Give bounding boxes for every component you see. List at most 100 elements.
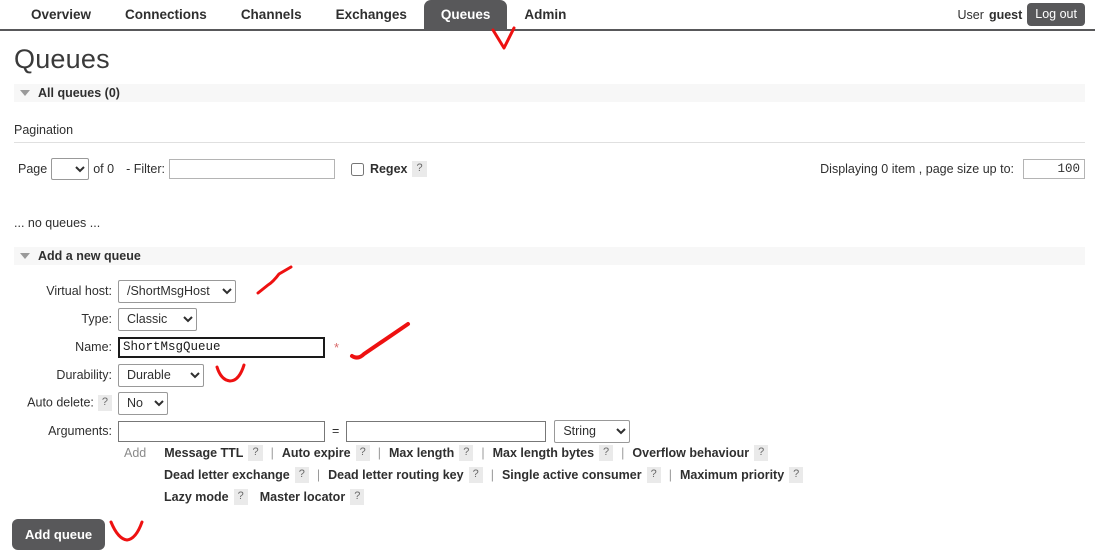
preset-separator: | <box>621 446 624 460</box>
no-queues-message: ... no queues ... <box>14 216 100 230</box>
preset-dead-letter-exchange[interactable]: Dead letter exchange <box>164 468 290 482</box>
preset-master-locator[interactable]: Master locator <box>260 490 345 504</box>
preset-separator: | <box>481 446 484 460</box>
nav-tab-admin-label: Admin <box>524 7 566 22</box>
page-title: Queues <box>14 44 110 75</box>
arguments-label: Arguments: <box>0 424 118 438</box>
nav-tab-admin[interactable]: Admin <box>507 0 583 29</box>
preset-single-active-consumer-help-icon[interactable]: ? <box>647 467 661 483</box>
preset-dead-letter-routing-key-help-icon[interactable]: ? <box>469 467 483 483</box>
nav-tab-overview-label: Overview <box>31 7 91 22</box>
all-queues-label: All queues (0) <box>38 86 120 100</box>
preset-separator: | <box>317 468 320 482</box>
preset-max-length-bytes-help-icon[interactable]: ? <box>599 445 613 461</box>
filter-label: - Filter: <box>126 162 165 176</box>
type-select[interactable]: ClassicQuorumStream <box>118 308 197 331</box>
preset-separator: | <box>378 446 381 460</box>
nav-tab-channels[interactable]: Channels <box>224 0 319 29</box>
durability-select[interactable]: DurableTransient <box>118 364 204 387</box>
pagination-label: Pagination <box>14 123 73 137</box>
queue-name-input[interactable] <box>118 337 325 358</box>
page-label: Page <box>18 162 47 176</box>
pagination-summary: Displaying 0 item , page size up to: <box>820 157 1085 181</box>
nav-tab-exchanges-label: Exchanges <box>336 7 407 22</box>
form-row-virtual-host: Virtual host: /ShortMsgHost/ <box>0 278 700 304</box>
preset-auto-expire[interactable]: Auto expire <box>282 446 351 460</box>
add-queue-button[interactable]: Add queue <box>12 519 105 550</box>
add-queue-label: Add a new queue <box>38 249 141 263</box>
regex-checkbox[interactable] <box>351 163 364 176</box>
user-name-label: guest <box>989 8 1022 22</box>
nav-tab-queues[interactable]: Queues <box>424 0 508 29</box>
page-size-input[interactable] <box>1023 159 1085 179</box>
auto-delete-label: Auto delete:? <box>0 395 118 411</box>
add-argument-link[interactable]: Add <box>124 446 146 460</box>
nav-tab-connections[interactable]: Connections <box>108 0 224 29</box>
argument-type-select[interactable]: StringNumberBooleanList <box>554 420 630 443</box>
add-queue-section-header[interactable]: Add a new queue <box>14 247 1085 265</box>
argument-preset-links: Add Message TTL ? | Auto expire ? | Max … <box>124 442 924 508</box>
displaying-count-label: Displaying 0 item , page size up to: <box>820 162 1014 176</box>
form-row-name: Name: * <box>0 334 700 360</box>
nav-tab-queues-label: Queues <box>441 7 491 22</box>
logout-button[interactable]: Log out <box>1027 3 1085 26</box>
user-prefix-label: User <box>958 8 984 22</box>
argument-key-input[interactable] <box>118 421 325 442</box>
add-queue-form: Virtual host: /ShortMsgHost/ Type: Class… <box>0 278 700 446</box>
preset-message-ttl-help-icon[interactable]: ? <box>248 445 262 461</box>
regex-label: Regex <box>370 162 408 176</box>
page-select[interactable] <box>51 158 89 180</box>
preset-separator: | <box>669 468 672 482</box>
nav-tab-connections-label: Connections <box>125 7 207 22</box>
chevron-down-icon <box>20 253 30 259</box>
durability-label: Durability: <box>0 368 118 382</box>
preset-overflow-behaviour-help-icon[interactable]: ? <box>754 445 768 461</box>
virtual-host-label: Virtual host: <box>0 284 118 298</box>
preset-max-length-bytes[interactable]: Max length bytes <box>493 446 594 460</box>
preset-maximum-priority-help-icon[interactable]: ? <box>789 467 803 483</box>
preset-separator: | <box>491 468 494 482</box>
preset-dead-letter-exchange-help-icon[interactable]: ? <box>295 467 309 483</box>
nav-tab-channels-label: Channels <box>241 7 302 22</box>
preset-single-active-consumer[interactable]: Single active consumer <box>502 468 642 482</box>
page-of-label: of 0 <box>93 162 114 176</box>
preset-message-ttl[interactable]: Message TTL <box>164 446 243 460</box>
preset-maximum-priority[interactable]: Maximum priority <box>680 468 784 482</box>
top-navigation-bar: Overview Connections Channels Exchanges … <box>0 0 1095 31</box>
form-row-durability: Durability: DurableTransient <box>0 362 700 388</box>
form-row-auto-delete: Auto delete:? NoYes <box>0 390 700 416</box>
chevron-down-icon <box>20 90 30 96</box>
nav-tab-overview[interactable]: Overview <box>14 0 108 29</box>
preset-separator: | <box>271 446 274 460</box>
argument-preset-row: Lazy mode ? Master locator ? <box>124 486 924 508</box>
nav-tab-list: Overview Connections Channels Exchanges … <box>14 0 583 29</box>
form-row-arguments: Arguments: = StringNumberBooleanList <box>0 418 700 444</box>
preset-lazy-mode[interactable]: Lazy mode <box>164 490 229 504</box>
user-area: User guest Log out <box>958 0 1085 29</box>
all-queues-section-header[interactable]: All queues (0) <box>14 84 1085 102</box>
nav-tab-exchanges[interactable]: Exchanges <box>319 0 424 29</box>
preset-dead-letter-routing-key[interactable]: Dead letter routing key <box>328 468 463 482</box>
required-marker: * <box>334 340 339 355</box>
auto-delete-select[interactable]: NoYes <box>118 392 168 415</box>
annotation-check-add-queue-button <box>108 519 148 545</box>
filter-input[interactable] <box>169 159 335 179</box>
argument-equals-sign: = <box>332 424 339 438</box>
argument-preset-row: Dead letter exchange ? | Dead letter rou… <box>124 464 924 486</box>
preset-max-length[interactable]: Max length <box>389 446 454 460</box>
form-row-type: Type: ClassicQuorumStream <box>0 306 700 332</box>
argument-preset-row: Add Message TTL ? | Auto expire ? | Max … <box>124 442 924 464</box>
virtual-host-select[interactable]: /ShortMsgHost/ <box>118 280 236 303</box>
type-label: Type: <box>0 312 118 326</box>
preset-overflow-behaviour[interactable]: Overflow behaviour <box>632 446 749 460</box>
argument-value-input[interactable] <box>346 421 546 442</box>
pagination-divider <box>14 142 1085 143</box>
preset-max-length-help-icon[interactable]: ? <box>459 445 473 461</box>
preset-master-locator-help-icon[interactable]: ? <box>350 489 364 505</box>
preset-lazy-mode-help-icon[interactable]: ? <box>234 489 248 505</box>
auto-delete-help-icon[interactable]: ? <box>98 395 112 411</box>
regex-help-icon[interactable]: ? <box>412 161 426 177</box>
auto-delete-label-text: Auto delete: <box>27 395 94 409</box>
name-label: Name: <box>0 340 118 354</box>
preset-auto-expire-help-icon[interactable]: ? <box>356 445 370 461</box>
